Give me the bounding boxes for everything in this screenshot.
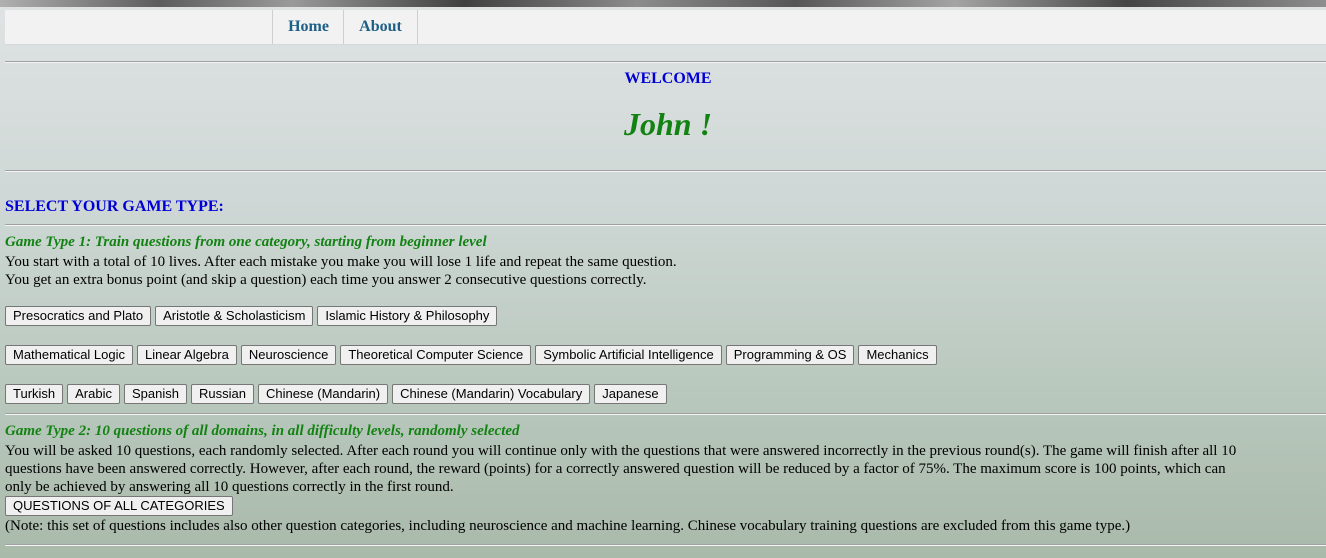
category-button-linear-algebra[interactable]: Linear Algebra (137, 345, 237, 365)
header-banner-image (0, 0, 1326, 7)
divider (5, 224, 1326, 226)
category-button-arabic[interactable]: Arabic (67, 384, 120, 404)
game-type-2-title: Game Type 2: 10 questions of all domains… (5, 423, 520, 439)
science-category-buttons: Mathematical Logic Linear Algebra Neurosci… (5, 345, 941, 367)
category-button-programming-os[interactable]: Programming & OS (725, 345, 855, 365)
category-button-symbolic-ai[interactable]: Symbolic Artificial Intelligence (535, 345, 722, 365)
nav-about-link[interactable]: About (343, 10, 418, 44)
category-button-spanish[interactable]: Spanish (124, 384, 187, 404)
category-button-islamic-history[interactable]: Islamic History & Philosophy (317, 306, 498, 326)
game-type-1-rule-lives: You start with a total of 10 lives. Afte… (5, 254, 677, 270)
category-button-chinese-vocabulary[interactable]: Chinese (Mandarin) Vocabulary (392, 384, 591, 404)
nav-home-link[interactable]: Home (272, 10, 344, 44)
select-game-type-title: SELECT YOUR GAME TYPE: (5, 198, 224, 215)
top-navigation: Home About (5, 10, 1326, 45)
welcome-heading: WELCOME (624, 70, 712, 87)
all-categories-button[interactable]: QUESTIONS OF ALL CATEGORIES (5, 496, 233, 516)
category-button-japanese[interactable]: Japanese (594, 384, 667, 404)
divider (5, 61, 1326, 63)
category-button-neuroscience[interactable]: Neuroscience (240, 345, 337, 365)
category-button-russian[interactable]: Russian (190, 384, 254, 404)
category-button-chinese-mandarin[interactable]: Chinese (Mandarin) (257, 384, 389, 404)
game-type-1-title: Game Type 1: Train questions from one ca… (5, 234, 487, 250)
category-button-mechanics[interactable]: Mechanics (858, 345, 937, 365)
game-type-2-note: (Note: this set of questions includes al… (5, 518, 1131, 534)
category-button-aristotle[interactable]: Aristotle & Scholasticism (155, 306, 314, 326)
username-heading: John ! (623, 106, 713, 142)
game-type-2-description-line-1: You will be asked 10 questions, each ran… (5, 443, 1237, 459)
category-button-mathematical-logic[interactable]: Mathematical Logic (5, 345, 133, 365)
philosophy-category-buttons: Presocratics and Plato Aristotle & Schola… (5, 306, 501, 328)
divider (5, 544, 1326, 546)
game-type-1-rule-bonus: You get an extra bonus point (and skip a… (5, 272, 647, 288)
game-type-2-description-line-3: only be achieved by answering all 10 que… (5, 479, 454, 495)
category-button-turkish[interactable]: Turkish (5, 384, 64, 404)
category-button-presocratics[interactable]: Presocratics and Plato (5, 306, 152, 326)
divider (5, 413, 1326, 415)
language-category-buttons: Turkish Arabic Spanish Russian Chinese (Mand… (5, 384, 671, 406)
category-button-theoretical-cs[interactable]: Theoretical Computer Science (340, 345, 532, 365)
game-type-2-description-line-2: questions have been answered correctly. … (5, 461, 1226, 477)
divider (5, 170, 1326, 172)
